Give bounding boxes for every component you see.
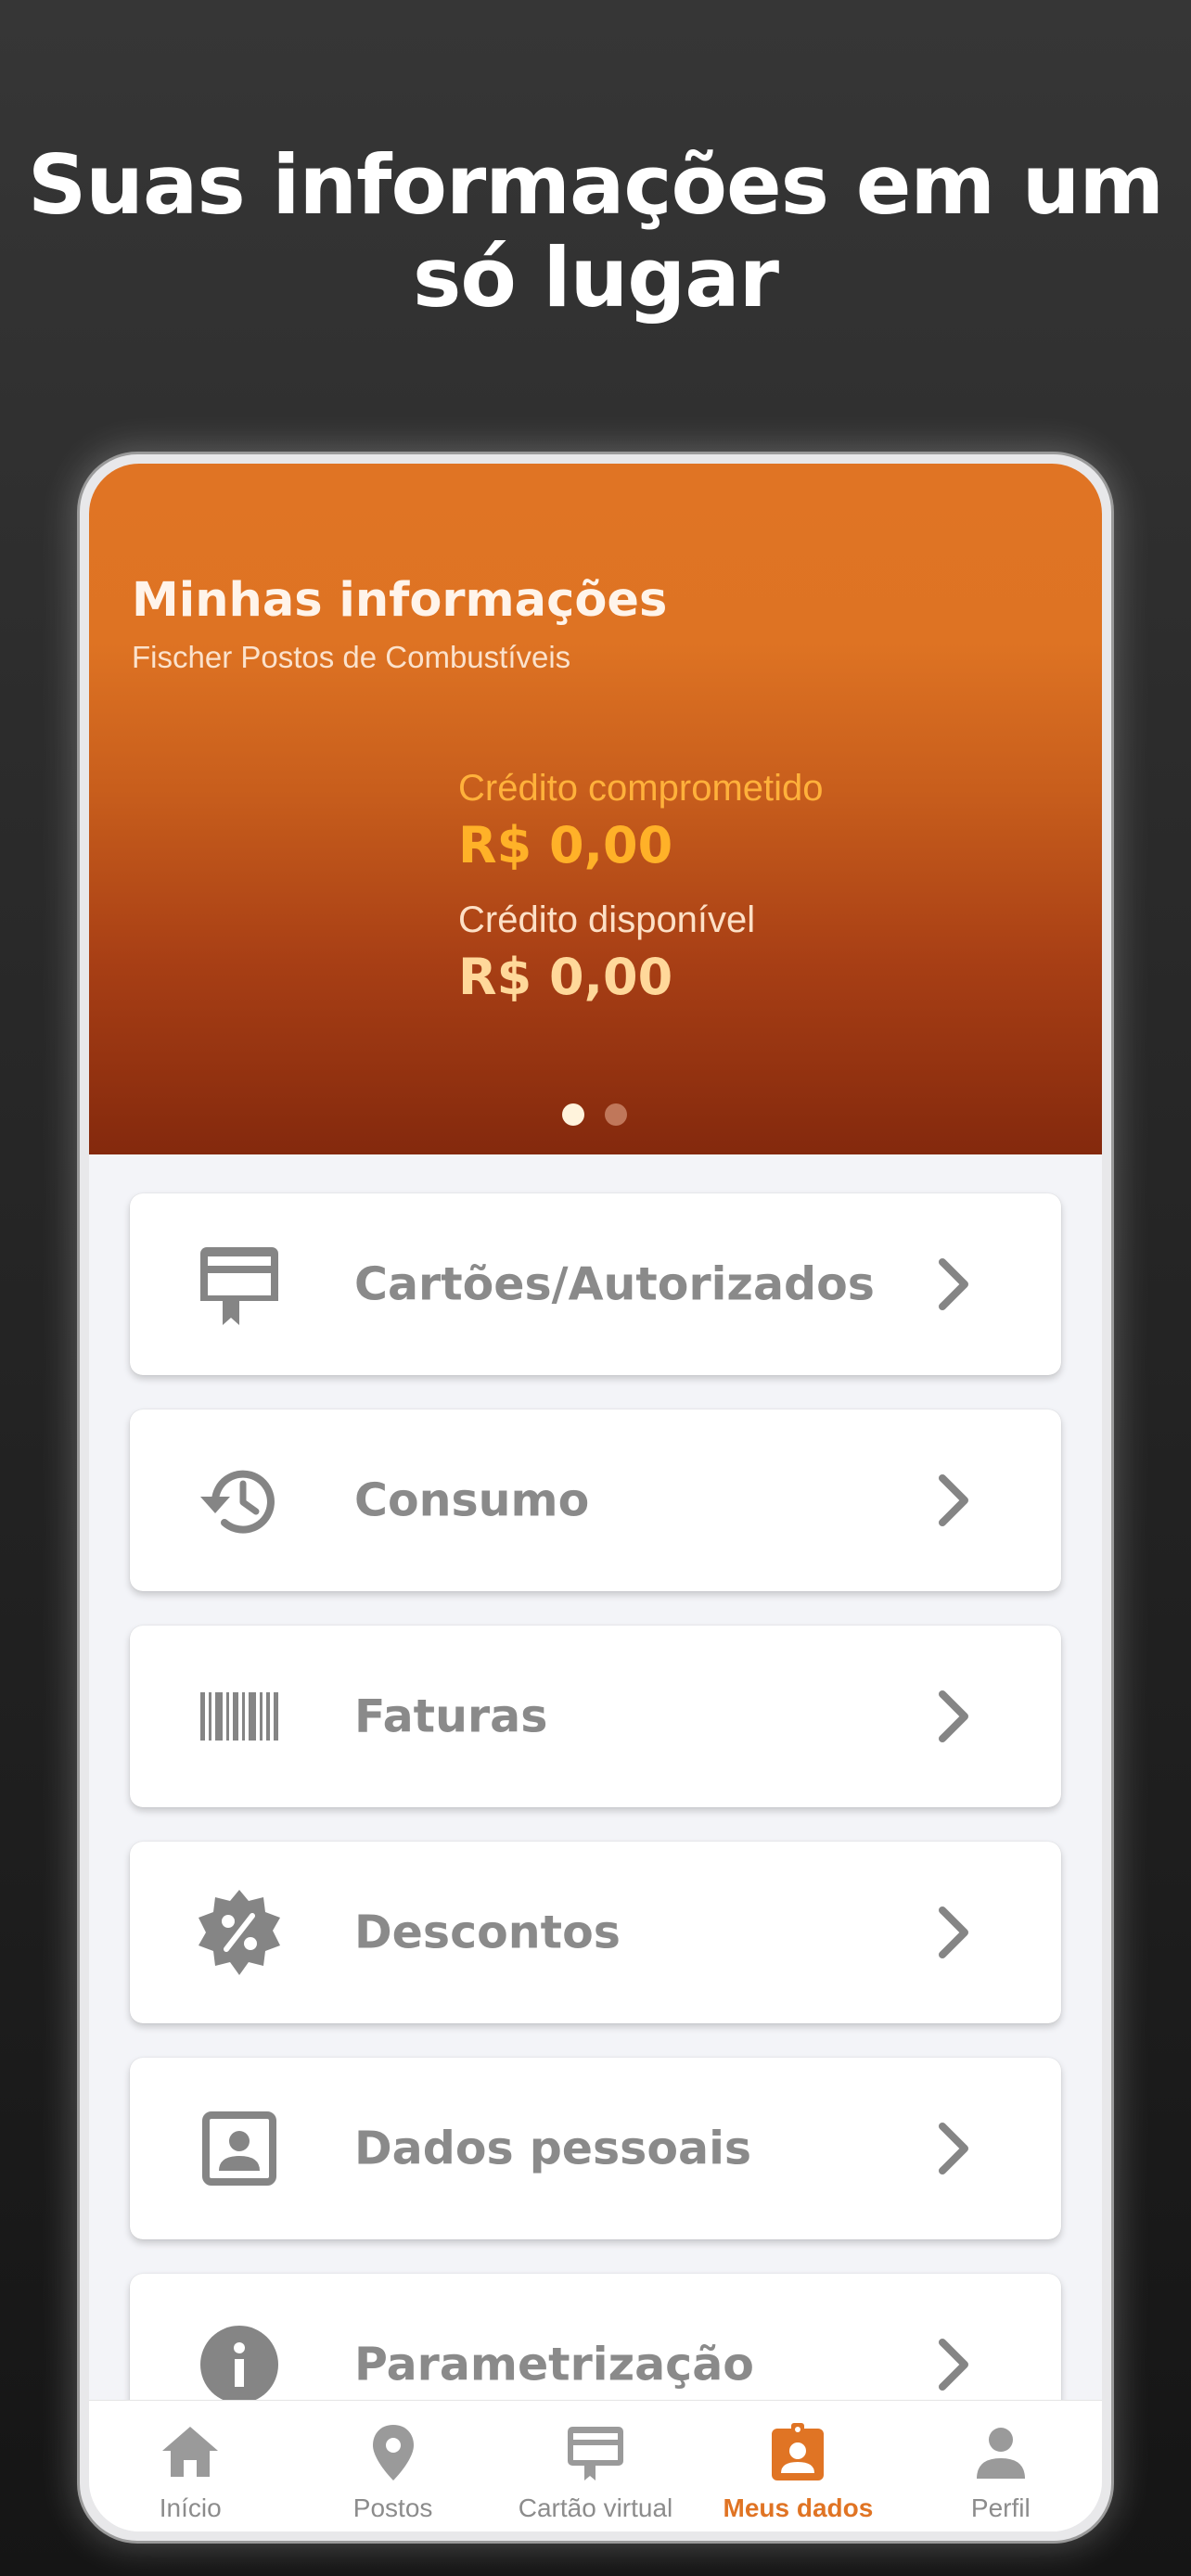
menu-item-label: Dados pessoais [354, 2122, 752, 2175]
nav-item-my-data[interactable]: Meus dados [697, 2401, 899, 2531]
pager-dot-active[interactable] [562, 1103, 584, 1126]
app-screen: Minhas informações Fischer Postos de Com… [89, 464, 1102, 2531]
committed-credit-value: R$ 0,00 [458, 816, 673, 874]
page-headline: Suas informações em um só lugar [0, 139, 1191, 325]
map-pin-icon [372, 2425, 414, 2480]
card-icon [568, 2427, 624, 2480]
menu-item-label: Cartões/Autorizados [354, 1257, 875, 1311]
nav-label: Início [159, 2493, 222, 2522]
card-ribbon-icon [195, 1240, 284, 1329]
banner-subtitle: Fischer Postos de Combustíveis [132, 640, 571, 674]
chevron-right-icon [939, 1474, 968, 1526]
person-icon [976, 2428, 1025, 2479]
carousel-pager [562, 1103, 627, 1126]
menu-item-discounts[interactable]: Descontos [130, 1842, 1061, 2023]
nav-label: Meus dados [723, 2493, 874, 2522]
barcode-icon [195, 1672, 284, 1761]
nav-label: Cartão virtual [518, 2493, 673, 2522]
chevron-right-icon [939, 2123, 968, 2174]
nav-label: Postos [352, 2493, 433, 2522]
menu-item-cards[interactable]: Cartões/Autorizados [130, 1193, 1061, 1375]
headline-line-2: só lugar [412, 230, 779, 325]
discount-badge-icon [195, 1888, 284, 1977]
nav-item-virtual-card[interactable]: Cartão virtual [494, 2401, 697, 2531]
menu-item-label: Descontos [354, 1906, 621, 1959]
menu-item-personal-data[interactable]: Dados pessoais [130, 2058, 1061, 2239]
chevron-right-icon [939, 1690, 968, 1742]
committed-credit-label: Crédito comprometido [458, 768, 824, 809]
nav-label: Perfil [970, 2493, 1031, 2522]
badge-id-icon [772, 2423, 825, 2480]
banner-title: Minhas informações [132, 573, 668, 628]
phone-frame: Minhas informações Fischer Postos de Com… [80, 454, 1111, 2541]
chevron-right-icon [939, 2339, 968, 2391]
chevron-right-icon [939, 1258, 968, 1310]
nav-item-profile[interactable]: Perfil [900, 2401, 1102, 2531]
history-icon [195, 1456, 284, 1545]
available-credit-value: R$ 0,00 [458, 948, 673, 1006]
pager-dot[interactable] [605, 1103, 627, 1126]
menu-item-consumption[interactable]: Consumo [130, 1409, 1061, 1591]
chevron-right-icon [939, 1906, 968, 1958]
info-banner-carousel[interactable]: Minhas informações Fischer Postos de Com… [89, 464, 1102, 1154]
home-icon [162, 2427, 219, 2477]
menu-item-invoices[interactable]: Faturas [130, 1626, 1061, 1807]
menu-item-label: Faturas [354, 1690, 548, 1743]
menu-item-label: Consumo [354, 1473, 590, 1527]
available-credit-label: Crédito disponível [458, 899, 756, 940]
headline-line-1: Suas informações em um [27, 137, 1164, 233]
info-icon [195, 2320, 284, 2409]
menu-item-label: Parametrização [354, 2338, 754, 2391]
bottom-navigation: Início Postos Cartão virtual Meus dados … [89, 2400, 1102, 2531]
nav-item-home[interactable]: Início [89, 2401, 291, 2531]
nav-item-stations[interactable]: Postos [291, 2401, 493, 2531]
contact-portrait-icon [195, 2104, 284, 2193]
